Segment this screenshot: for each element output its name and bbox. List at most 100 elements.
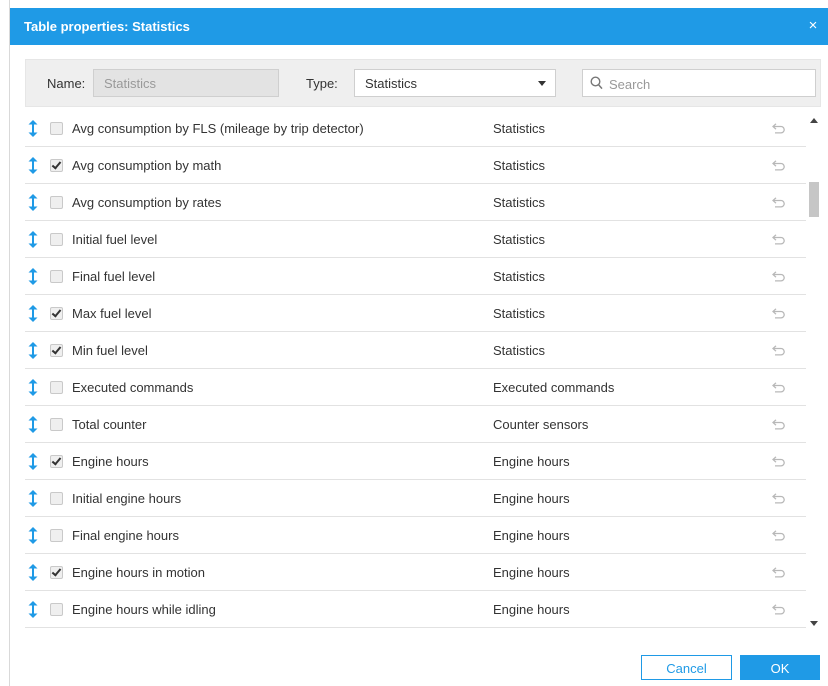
table-row: Engine hours while idling Engine hours — [25, 591, 806, 628]
reset-icon[interactable] — [772, 271, 786, 282]
column-name: Final fuel level — [72, 269, 156, 284]
reset-icon[interactable] — [772, 530, 786, 541]
column-name: Total counter — [72, 417, 147, 432]
drag-handle-icon[interactable] — [28, 305, 38, 322]
type-label: Type: — [306, 76, 338, 91]
scrollbar-thumb[interactable] — [809, 182, 819, 217]
cancel-button[interactable]: Cancel — [641, 655, 732, 680]
scrollbar[interactable] — [806, 110, 821, 636]
drag-handle-icon[interactable] — [28, 453, 38, 470]
reset-icon[interactable] — [772, 493, 786, 504]
row-checkbox[interactable] — [50, 492, 63, 505]
drag-handle-icon[interactable] — [28, 194, 38, 211]
reset-icon[interactable] — [772, 123, 786, 134]
column-type: Engine hours — [493, 602, 570, 617]
row-checkbox[interactable] — [50, 529, 63, 542]
table-row: Initial fuel level Statistics — [25, 221, 806, 258]
column-name: Engine hours in motion — [72, 565, 205, 580]
drag-handle-icon[interactable] — [28, 527, 38, 544]
row-checkbox[interactable] — [50, 418, 63, 431]
column-type: Counter sensors — [493, 417, 589, 432]
close-icon[interactable]: × — [805, 17, 821, 35]
column-type: Engine hours — [493, 565, 570, 580]
row-checkbox[interactable] — [50, 455, 63, 468]
row-checkbox[interactable] — [50, 307, 63, 320]
row-checkbox[interactable] — [50, 344, 63, 357]
reset-icon[interactable] — [772, 234, 786, 245]
scroll-down-arrow-icon[interactable] — [810, 621, 818, 626]
reset-icon[interactable] — [772, 456, 786, 467]
reset-icon[interactable] — [772, 604, 786, 615]
table-row: Final fuel level Statistics — [25, 258, 806, 295]
table-row: Min fuel level Statistics — [25, 332, 806, 369]
column-name: Executed commands — [72, 380, 194, 395]
row-checkbox[interactable] — [50, 270, 63, 283]
column-name: Max fuel level — [72, 306, 152, 321]
column-type: Statistics — [493, 195, 546, 210]
type-select-value: Statistics — [365, 76, 418, 91]
table-row: Initial engine hours Engine hours — [25, 480, 806, 517]
column-type: Statistics — [493, 306, 546, 321]
reset-icon[interactable] — [772, 197, 786, 208]
table-row: Avg consumption by FLS (mileage by trip … — [25, 110, 806, 147]
search-input[interactable] — [607, 73, 811, 95]
reset-icon[interactable] — [772, 382, 786, 393]
drag-handle-icon[interactable] — [28, 490, 38, 507]
row-checkbox[interactable] — [50, 122, 63, 135]
drag-handle-icon[interactable] — [28, 379, 38, 396]
column-type: Engine hours — [493, 454, 570, 469]
column-type: Statistics — [493, 158, 546, 173]
column-name: Final engine hours — [72, 528, 179, 543]
table-row: Engine hours Engine hours — [25, 443, 806, 480]
column-name: Avg consumption by FLS (mileage by trip … — [72, 121, 364, 136]
row-checkbox[interactable] — [50, 159, 63, 172]
column-list: Avg consumption by FLS (mileage by trip … — [25, 110, 806, 636]
drag-handle-icon[interactable] — [28, 416, 38, 433]
table-row: Total counter Counter sensors — [25, 406, 806, 443]
reset-icon[interactable] — [772, 419, 786, 430]
column-name: Avg consumption by math — [72, 158, 222, 173]
dialog-title: Table properties: Statistics — [24, 19, 190, 34]
table-row: Executed commands Executed commands — [25, 369, 806, 406]
ok-button[interactable]: OK — [740, 655, 820, 680]
table-row: Final engine hours Engine hours — [25, 517, 806, 554]
column-name: Initial fuel level — [72, 232, 158, 247]
row-checkbox[interactable] — [50, 603, 63, 616]
reset-icon[interactable] — [772, 345, 786, 356]
drag-handle-icon[interactable] — [28, 157, 38, 174]
row-checkbox[interactable] — [50, 196, 63, 209]
column-type: Statistics — [493, 269, 546, 284]
reset-icon[interactable] — [772, 567, 786, 578]
column-name: Engine hours while idling — [72, 602, 216, 617]
scroll-up-arrow-icon[interactable] — [810, 118, 818, 123]
column-name: Engine hours — [72, 454, 149, 469]
row-checkbox[interactable] — [50, 233, 63, 246]
drag-handle-icon[interactable] — [28, 564, 38, 581]
reset-icon[interactable] — [772, 160, 786, 171]
name-label: Name: — [47, 76, 86, 91]
row-checkbox[interactable] — [50, 566, 63, 579]
drag-handle-icon[interactable] — [28, 120, 38, 137]
search-icon — [590, 76, 603, 90]
search-box[interactable] — [582, 69, 816, 97]
column-name: Initial engine hours — [72, 491, 182, 506]
drag-handle-icon[interactable] — [28, 268, 38, 285]
column-name: Avg consumption by rates — [72, 195, 222, 210]
chevron-down-icon — [538, 81, 546, 86]
drag-handle-icon[interactable] — [28, 342, 38, 359]
column-type: Statistics — [493, 232, 546, 247]
row-checkbox[interactable] — [50, 381, 63, 394]
column-name: Min fuel level — [72, 343, 148, 358]
column-type: Engine hours — [493, 491, 570, 506]
table-row: Avg consumption by math Statistics — [25, 147, 806, 184]
dialog-titlebar: Table properties: Statistics × — [10, 8, 828, 45]
reset-icon[interactable] — [772, 308, 786, 319]
name-input[interactable] — [93, 69, 279, 97]
filter-bar: Name: Type: Statistics — [25, 59, 821, 107]
type-select[interactable]: Statistics — [354, 69, 556, 97]
column-type: Statistics — [493, 343, 546, 358]
table-properties-dialog: Table properties: Statistics × Name: Typ… — [9, 0, 828, 686]
drag-handle-icon[interactable] — [28, 601, 38, 618]
column-type: Executed commands — [493, 380, 615, 395]
drag-handle-icon[interactable] — [28, 231, 38, 248]
